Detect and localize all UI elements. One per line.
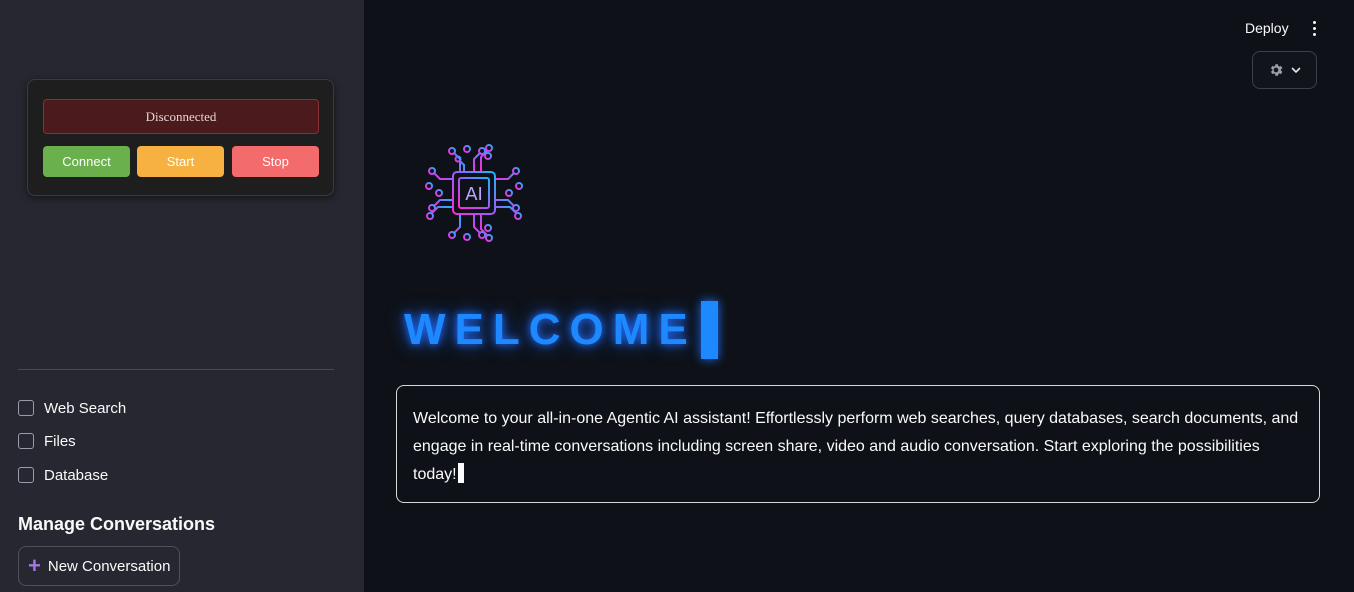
new-conversation-button[interactable]: + New Conversation bbox=[18, 546, 180, 586]
database-label: Database bbox=[44, 466, 109, 484]
connection-panel: Disconnected Connect Start Stop bbox=[27, 79, 334, 196]
kebab-menu-icon[interactable] bbox=[1307, 18, 1321, 38]
web-search-option[interactable]: Web Search bbox=[18, 397, 126, 419]
stop-button[interactable]: Stop bbox=[232, 146, 319, 177]
manage-conversations-heading: Manage Conversations bbox=[18, 514, 216, 534]
files-option[interactable]: Files bbox=[18, 430, 76, 452]
web-search-checkbox[interactable] bbox=[18, 400, 34, 416]
logo-text: AI bbox=[465, 184, 483, 205]
ai-chip-logo: AI bbox=[425, 144, 523, 242]
database-checkbox[interactable] bbox=[18, 467, 34, 483]
welcome-cursor bbox=[700, 301, 718, 359]
connect-button[interactable]: Connect bbox=[43, 146, 130, 177]
sidebar-divider bbox=[18, 369, 334, 370]
intro-text: Welcome to your all-in-one Agentic AI as… bbox=[413, 410, 1299, 483]
new-conversation-label: New Conversation bbox=[47, 557, 171, 575]
files-checkbox[interactable] bbox=[18, 433, 34, 449]
welcome-text: WELCOME bbox=[404, 305, 697, 354]
files-label: Files bbox=[44, 432, 76, 450]
plus-icon: + bbox=[28, 553, 41, 578]
deploy-button[interactable]: Deploy bbox=[1245, 20, 1289, 36]
start-button[interactable]: Start bbox=[137, 146, 224, 177]
app-root: Disconnected Connect Start Stop Web Sear… bbox=[0, 0, 1354, 592]
welcome-heading: WELCOME bbox=[404, 300, 718, 360]
connection-status: Disconnected bbox=[43, 99, 319, 134]
settings-dropdown[interactable] bbox=[1252, 51, 1317, 89]
chevron-down-icon bbox=[1291, 67, 1300, 73]
web-search-label: Web Search bbox=[44, 399, 127, 417]
gear-icon bbox=[1270, 64, 1282, 76]
sidebar: Disconnected Connect Start Stop Web Sear… bbox=[0, 0, 364, 592]
intro-message-box: Welcome to your all-in-one Agentic AI as… bbox=[396, 385, 1320, 503]
typing-cursor bbox=[457, 463, 464, 483]
database-option[interactable]: Database bbox=[18, 464, 108, 486]
